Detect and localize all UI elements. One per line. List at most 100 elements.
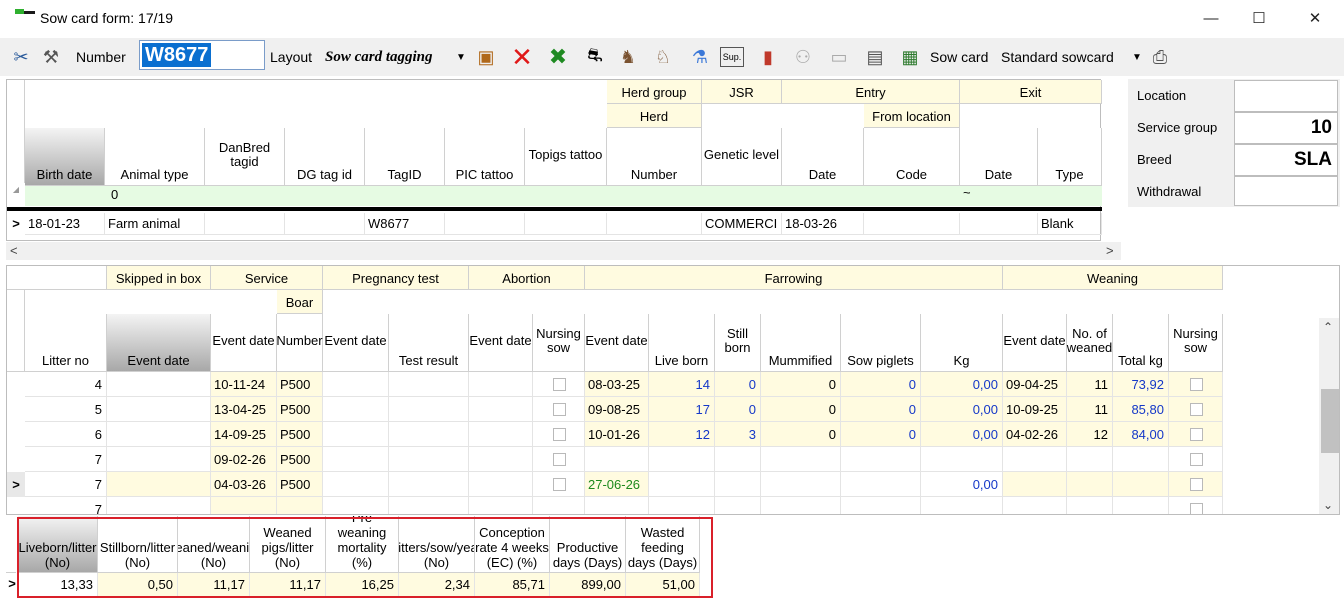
cell-svc-boar[interactable]: P500 bbox=[277, 447, 323, 472]
cell-weaned[interactable] bbox=[1067, 447, 1113, 472]
cell-entry-date[interactable]: 18-03-26 bbox=[782, 213, 864, 235]
nursing-sow-checkbox[interactable] bbox=[1189, 453, 1203, 466]
pig-icon[interactable]: ♘ bbox=[650, 44, 676, 70]
cell-far-date[interactable] bbox=[585, 447, 649, 472]
col-entry-date[interactable]: Date bbox=[782, 128, 864, 186]
empty-cell[interactable] bbox=[323, 497, 389, 514]
col-abortion-nursing[interactable]: Nursing sow bbox=[533, 314, 585, 372]
cell-kg[interactable]: 0,00 bbox=[921, 397, 1003, 422]
cell-live[interactable]: 17 bbox=[649, 397, 715, 422]
cell-total-kg[interactable] bbox=[1113, 447, 1169, 472]
empty-cell[interactable] bbox=[389, 472, 469, 497]
empty-cell[interactable] bbox=[469, 422, 533, 447]
cell-live[interactable] bbox=[649, 497, 715, 514]
cell-topigs-tattoo[interactable] bbox=[525, 213, 607, 235]
cell-entry-code[interactable] bbox=[864, 213, 960, 235]
col-test-result[interactable]: Test result bbox=[389, 314, 469, 372]
empty-cell[interactable] bbox=[389, 447, 469, 472]
feet-icon[interactable]: ⛐ bbox=[582, 44, 608, 70]
col-no-weaned[interactable]: No. of weaned bbox=[1067, 314, 1113, 372]
nursing-sow-cell[interactable] bbox=[1169, 372, 1223, 397]
cell-live[interactable] bbox=[649, 447, 715, 472]
empty-cell[interactable] bbox=[107, 372, 211, 397]
cell-svc-date[interactable]: 09-02-26 bbox=[211, 447, 277, 472]
nursing-sow-cell[interactable] bbox=[533, 472, 585, 497]
cell-kg[interactable] bbox=[921, 447, 1003, 472]
nursing-sow-checkbox[interactable] bbox=[552, 428, 566, 441]
syringe-icon[interactable]: ⚗ bbox=[687, 44, 713, 70]
cell-svc-date[interactable]: 04-03-26 bbox=[211, 472, 277, 497]
cell-birth-date[interactable]: 18-01-23 bbox=[25, 213, 105, 235]
nursing-sow-checkbox[interactable] bbox=[552, 478, 566, 491]
cell-live[interactable] bbox=[649, 472, 715, 497]
cell-sowp[interactable] bbox=[841, 472, 921, 497]
tools-icon[interactable]: ✂ bbox=[8, 44, 34, 70]
cell-far-date[interactable] bbox=[585, 497, 649, 514]
maximize-button[interactable]: ☐ bbox=[1236, 0, 1282, 36]
empty-cell[interactable] bbox=[323, 447, 389, 472]
pig-cross-icon[interactable]: ♞ bbox=[615, 44, 641, 70]
empty-cell[interactable] bbox=[323, 422, 389, 447]
cell-litter[interactable]: 7 bbox=[25, 447, 107, 472]
remove-animal-icon[interactable]: ✖ bbox=[545, 44, 571, 70]
cell-mum[interactable]: 0 bbox=[761, 372, 841, 397]
nursing-sow-checkbox[interactable] bbox=[552, 378, 566, 391]
sowcard-select[interactable]: Standard sowcard bbox=[1001, 44, 1114, 70]
nursing-sow-checkbox[interactable] bbox=[1189, 503, 1203, 514]
cell-kg[interactable]: 0,00 bbox=[921, 372, 1003, 397]
cell-weaned[interactable]: 12 bbox=[1067, 422, 1113, 447]
empty-cell[interactable] bbox=[389, 497, 469, 514]
empty-cell[interactable] bbox=[389, 397, 469, 422]
filter-exit-date[interactable]: ~ bbox=[960, 186, 1000, 206]
cell-pic-tattoo[interactable] bbox=[445, 213, 525, 235]
nursing-sow-checkbox[interactable] bbox=[1189, 428, 1203, 441]
empty-cell[interactable] bbox=[107, 447, 211, 472]
cell-far-date[interactable]: 08-03-25 bbox=[585, 372, 649, 397]
col-farrow-date[interactable]: Event date bbox=[585, 314, 649, 372]
cell-sowp[interactable]: 0 bbox=[841, 372, 921, 397]
delete-icon[interactable]: ✕ bbox=[509, 42, 535, 72]
nursing-sow-cell[interactable] bbox=[533, 422, 585, 447]
minimize-button[interactable]: — bbox=[1188, 0, 1234, 36]
wrench-icon[interactable]: ⚒ bbox=[38, 44, 64, 70]
cell-mum[interactable]: 0 bbox=[761, 422, 841, 447]
cell-wea-date[interactable] bbox=[1003, 472, 1067, 497]
cell-svc-date[interactable]: 10-11-24 bbox=[211, 372, 277, 397]
empty-cell[interactable] bbox=[469, 497, 533, 514]
col-mummified[interactable]: Mummified bbox=[761, 314, 841, 372]
cell-svc-boar[interactable]: P500 bbox=[277, 372, 323, 397]
cell-wea-date[interactable] bbox=[1003, 497, 1067, 514]
scroll-left-icon[interactable]: < bbox=[10, 243, 18, 258]
col-skipped-date[interactable]: Event date bbox=[107, 314, 211, 372]
cell-kg[interactable]: 0,00 bbox=[921, 422, 1003, 447]
cell-mum[interactable] bbox=[761, 472, 841, 497]
col-preg-date[interactable]: Event date bbox=[323, 314, 389, 372]
card-icon[interactable]: ▭ bbox=[826, 44, 852, 70]
cell-weaned[interactable]: 11 bbox=[1067, 397, 1113, 422]
cell-total-kg[interactable]: 85,80 bbox=[1113, 397, 1169, 422]
cell-sowp[interactable] bbox=[841, 447, 921, 472]
cell-sowp[interactable]: 0 bbox=[841, 397, 921, 422]
nursing-sow-cell[interactable] bbox=[1169, 472, 1223, 497]
col-exit-date[interactable]: Date bbox=[960, 128, 1038, 186]
cell-total-kg[interactable]: 73,92 bbox=[1113, 372, 1169, 397]
empty-cell[interactable] bbox=[323, 397, 389, 422]
nursing-sow-cell[interactable] bbox=[533, 397, 585, 422]
scroll-right-icon[interactable]: > bbox=[1106, 243, 1114, 258]
scroll-thumb[interactable] bbox=[1321, 389, 1339, 453]
col-number[interactable]: Number bbox=[607, 128, 702, 186]
cell-litter[interactable]: 6 bbox=[25, 422, 107, 447]
cell-weaned[interactable] bbox=[1067, 472, 1113, 497]
empty-cell[interactable] bbox=[107, 497, 211, 514]
cell-weaned[interactable] bbox=[1067, 497, 1113, 514]
cell-far-date[interactable]: 09-08-25 bbox=[585, 397, 649, 422]
cell-live[interactable]: 14 bbox=[649, 372, 715, 397]
nursing-sow-checkbox[interactable] bbox=[1189, 478, 1203, 491]
cell-total-kg[interactable]: 84,00 bbox=[1113, 422, 1169, 447]
empty-cell[interactable] bbox=[107, 397, 211, 422]
col-topigs-tattoo[interactable]: Topigs tattoo bbox=[525, 128, 607, 186]
col-weaning-date[interactable]: Event date bbox=[1003, 314, 1067, 372]
save-icon[interactable]: ▣ bbox=[473, 44, 499, 70]
cell-kg[interactable]: 0,00 bbox=[921, 472, 1003, 497]
cell-kg[interactable] bbox=[921, 497, 1003, 514]
